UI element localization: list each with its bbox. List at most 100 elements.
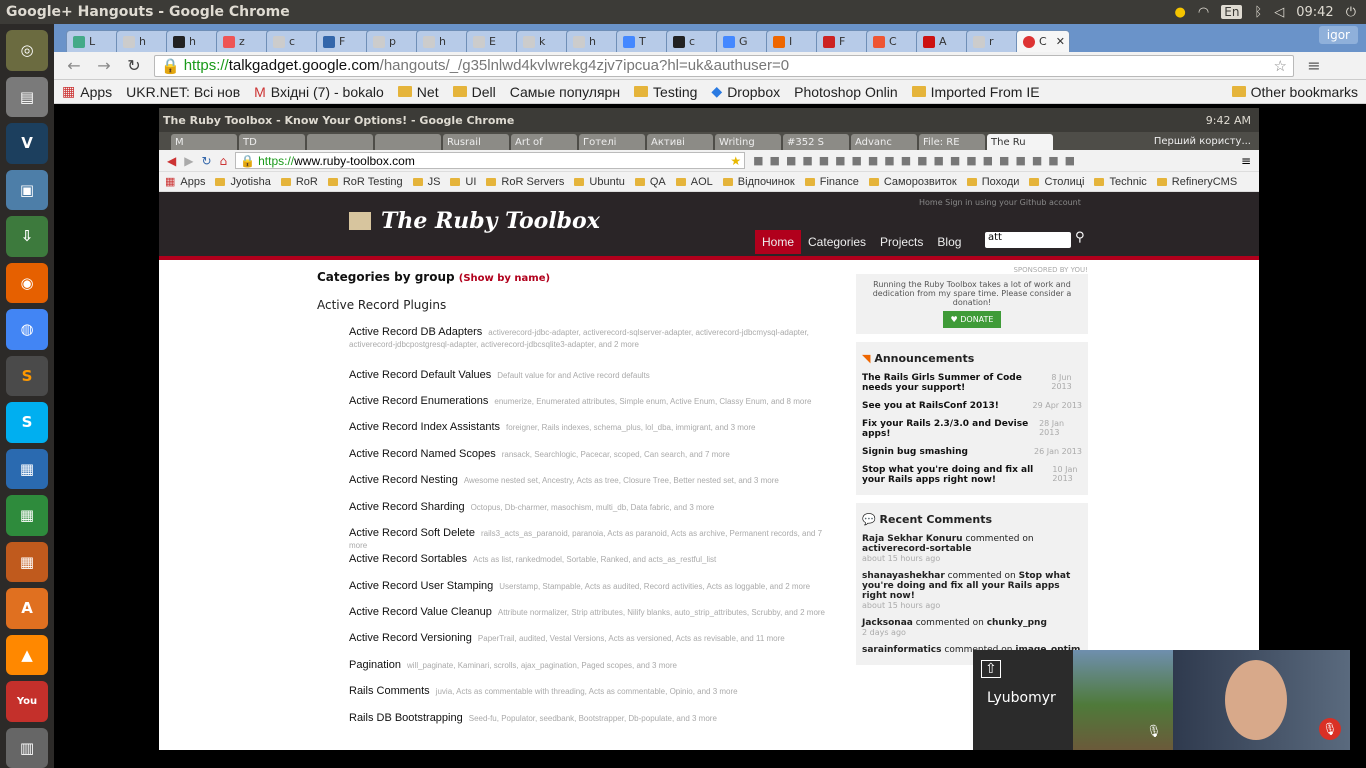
- inner-bookmark[interactable]: RoR Testing: [327, 176, 403, 188]
- power-icon[interactable]: ⏻: [1346, 5, 1356, 20]
- bookmark-item[interactable]: UKR.NET: Всі нов: [126, 84, 240, 100]
- browser-tab[interactable]: G: [716, 30, 770, 52]
- category-row[interactable]: Active Record Sortables Acts as list, ran…: [349, 553, 841, 565]
- search-icon[interactable]: ⚲: [1075, 230, 1085, 245]
- nav-categories[interactable]: Categories: [801, 230, 873, 254]
- browser-tab[interactable]: F: [316, 30, 370, 52]
- browser-tab-active[interactable]: C ✕: [1016, 30, 1070, 52]
- site-search-input[interactable]: att: [985, 232, 1071, 248]
- inner-address-bar[interactable]: 🔒 https://www.ruby-toolbox.com ★: [235, 152, 746, 169]
- inner-bookmark[interactable]: Ubuntu: [574, 176, 625, 188]
- announcement-item[interactable]: Signin bug smashing 26 Jan 2013: [862, 443, 1082, 461]
- inner-user[interactable]: Перший користу...: [1154, 136, 1259, 147]
- back-icon[interactable]: ←: [64, 56, 84, 75]
- vim-icon[interactable]: V: [6, 123, 48, 164]
- youtube-icon[interactable]: You: [6, 681, 48, 722]
- close-tab-icon[interactable]: ✕: [1056, 35, 1069, 48]
- inner-tab[interactable]: Advanc: [851, 134, 917, 150]
- vlc-icon[interactable]: ▲: [6, 634, 48, 675]
- announcement-item[interactable]: The Rails Girls Summer of Code needs you…: [862, 369, 1082, 397]
- inner-forward-icon[interactable]: ▶: [184, 154, 193, 168]
- inner-home-icon[interactable]: ⌂: [220, 154, 228, 168]
- nav-blog[interactable]: Blog: [930, 230, 968, 254]
- reload-icon[interactable]: ↻: [124, 56, 144, 75]
- inner-tab[interactable]: Готелі: [579, 134, 645, 150]
- category-row[interactable]: Active Record Versioning PaperTrail, audi…: [349, 632, 841, 644]
- inner-bookmark[interactable]: QA: [634, 176, 666, 188]
- wifi-icon[interactable]: ◠: [1198, 5, 1209, 20]
- workspaces-icon[interactable]: ▥: [6, 727, 48, 768]
- impress-icon[interactable]: ▦: [6, 541, 48, 582]
- inner-menu-icon[interactable]: ≡: [1241, 154, 1259, 168]
- browser-tab[interactable]: I: [766, 30, 820, 52]
- category-row[interactable]: Active Record Soft Delete rails3_acts_as_…: [349, 527, 841, 551]
- browser-tab[interactable]: h: [566, 30, 620, 52]
- volume-icon[interactable]: ◁: [1274, 5, 1284, 20]
- category-row[interactable]: Active Record Index Assistants foreigner,…: [349, 421, 841, 433]
- inner-tab[interactable]: File: RE: [919, 134, 985, 150]
- inner-back-icon[interactable]: ◀: [167, 154, 176, 168]
- browser-tab[interactable]: c: [666, 30, 720, 52]
- browser-tab[interactable]: h: [416, 30, 470, 52]
- category-row[interactable]: Active Record Nesting Awesome nested set,…: [349, 474, 841, 486]
- inner-bookmark[interactable]: ▦ Apps: [165, 175, 205, 189]
- inner-tab[interactable]: Активі: [647, 134, 713, 150]
- show-by-name-link[interactable]: (Show by name): [459, 273, 550, 284]
- bookmark-item[interactable]: Photoshop Onlin: [794, 84, 898, 100]
- bookmark-folder[interactable]: Other bookmarks: [1231, 84, 1366, 100]
- category-row[interactable]: Rails DB Bootstrapping Seed-fu, Populator…: [349, 712, 841, 724]
- inner-bookmark[interactable]: Jyotisha: [215, 176, 271, 188]
- bookmark-item[interactable]: M Вхідні (7) - bokalo: [254, 84, 384, 100]
- bookmark-item[interactable]: ◆ Dropbox: [711, 83, 780, 100]
- software-center-icon[interactable]: A: [6, 588, 48, 629]
- inner-bookmark[interactable]: Саморозвиток: [868, 176, 957, 188]
- firefox-icon[interactable]: ◉: [6, 262, 48, 303]
- address-bar[interactable]: 🔒 https://talkgadget.google.com/hangouts…: [154, 54, 1294, 77]
- inner-bookmark[interactable]: Відпочинок: [722, 176, 795, 188]
- participant-video[interactable]: 🎙: [1073, 650, 1173, 750]
- inner-bookmark[interactable]: Столиці: [1029, 176, 1084, 188]
- inner-bookmark[interactable]: Походи: [966, 176, 1019, 188]
- bookmark-item[interactable]: Самые популярн: [510, 84, 620, 100]
- browser-tab[interactable]: C: [866, 30, 920, 52]
- files-icon[interactable]: ▤: [6, 76, 48, 117]
- category-row[interactable]: Rails Comments juvia, Acts as commentable…: [349, 685, 841, 697]
- calc-icon[interactable]: ▦: [6, 495, 48, 536]
- clock[interactable]: 09:42: [1296, 5, 1333, 20]
- announcement-item[interactable]: See you at RailsConf 2013! 29 Apr 2013: [862, 397, 1082, 415]
- bookmark-folder[interactable]: Testing: [634, 84, 697, 100]
- comment-item[interactable]: Jacksonaa commented on chunky_png 2 days …: [862, 614, 1082, 641]
- nav-home[interactable]: Home: [755, 230, 802, 254]
- category-row[interactable]: Active Record Enumerations enumerize, Enu…: [349, 395, 841, 407]
- category-row[interactable]: Pagination will_paginate, Kaminari, scrol…: [349, 659, 841, 671]
- inner-tab-active[interactable]: The Ru: [987, 134, 1053, 150]
- browser-tab[interactable]: T: [616, 30, 670, 52]
- bluetooth-icon[interactable]: ᛒ: [1254, 5, 1262, 20]
- browser-tab[interactable]: E: [466, 30, 520, 52]
- writer-icon[interactable]: ▦: [6, 448, 48, 489]
- menu-icon[interactable]: ≡: [1304, 56, 1324, 75]
- bookmark-folder[interactable]: Imported From IE: [911, 84, 1040, 100]
- chrome-icon[interactable]: ◍: [6, 309, 48, 350]
- inner-tab[interactable]: #352 S: [783, 134, 849, 150]
- inner-bookmark[interactable]: RoR: [280, 176, 318, 188]
- browser-tab[interactable]: F: [816, 30, 870, 52]
- donate-button[interactable]: ♥ DONATE: [942, 311, 1002, 328]
- inner-bookmark[interactable]: Technic: [1094, 176, 1147, 188]
- browser-tab[interactable]: h: [166, 30, 220, 52]
- browser-tab[interactable]: L: [66, 30, 120, 52]
- category-row[interactable]: Active Record Named Scopes ransack, Searc…: [349, 448, 841, 460]
- self-video[interactable]: 🎙: [1173, 650, 1350, 750]
- screenshare-thumb[interactable]: ⇧ Lyubomyr: [973, 650, 1073, 750]
- category-row[interactable]: Active Record Default Values Default valu…: [349, 369, 841, 381]
- bookmark-apps[interactable]: ▦ Apps: [62, 83, 112, 100]
- inner-bookmark[interactable]: RefineryCMS: [1156, 176, 1237, 188]
- inner-reload-icon[interactable]: ↻: [201, 154, 211, 168]
- browser-tab[interactable]: A: [916, 30, 970, 52]
- image-viewer-icon[interactable]: ▣: [6, 169, 48, 210]
- browser-tab[interactable]: r: [966, 30, 1020, 52]
- download-icon[interactable]: ⇩: [6, 216, 48, 257]
- browser-tab[interactable]: c: [266, 30, 320, 52]
- inner-tab[interactable]: Rusrail: [443, 134, 509, 150]
- profile-button[interactable]: igor: [1318, 26, 1358, 44]
